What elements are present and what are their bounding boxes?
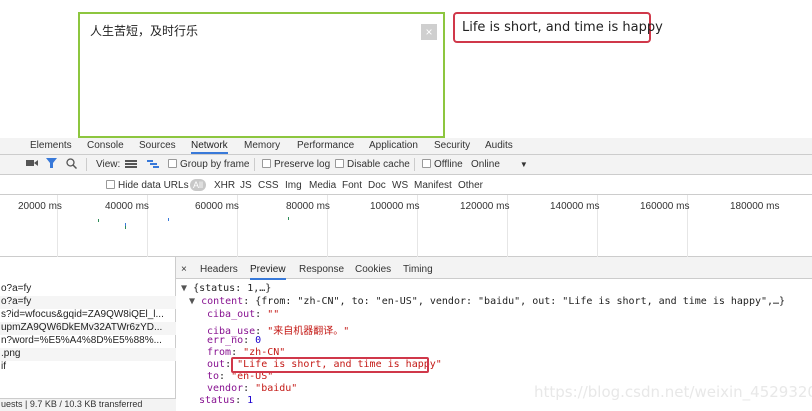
request-row[interactable]: .png <box>0 348 176 361</box>
out-highlight-box <box>231 357 429 373</box>
timeline-tick: 100000 ms <box>370 201 420 212</box>
close-icon[interactable]: × <box>181 264 187 275</box>
tab-preview[interactable]: Preview <box>250 264 286 280</box>
translation-result-box: Life is short, and time is happy <box>453 12 663 43</box>
timeline-tick: 160000 ms <box>640 201 690 212</box>
detail-tabbar: × Headers Preview Response Cookies Timin… <box>176 257 812 280</box>
tab-sources[interactable]: Sources <box>139 140 176 151</box>
preview-content-row[interactable]: ▼ content: {from: "zh-CN", to: "en-US", … <box>189 296 785 307</box>
timeline-tick: 120000 ms <box>460 201 510 212</box>
request-row[interactable]: o?a=fy <box>0 283 176 296</box>
clear-icon[interactable]: × <box>421 24 437 40</box>
devtools-tabbar: Elements Console Sources Network Memory … <box>0 138 812 155</box>
group-by-frame-checkbox[interactable]: Group by frame <box>168 159 249 170</box>
disable-cache-label: Disable cache <box>347 159 410 170</box>
toolbar-divider <box>414 158 415 171</box>
throttling-value: Online <box>471 159 500 170</box>
filter-media[interactable]: Media <box>309 180 336 191</box>
timeline-tick: 80000 ms <box>286 201 330 212</box>
timeline-request-mark <box>168 218 169 221</box>
tab-console[interactable]: Console <box>87 140 124 151</box>
tab-timing[interactable]: Timing <box>403 264 433 275</box>
timeline-tick: 140000 ms <box>550 201 600 212</box>
request-row[interactable]: o?a=fy <box>0 296 176 309</box>
filter-ws[interactable]: WS <box>392 180 408 191</box>
timeline-request-mark <box>125 226 126 229</box>
watermark: https://blog.csdn.net/weixin_45293202 <box>534 383 812 401</box>
timeline-tick: 40000 ms <box>105 201 149 212</box>
search-icon[interactable] <box>66 158 78 172</box>
preview-field-row: err_no: 0 <box>207 335 262 346</box>
tab-response[interactable]: Response <box>299 264 344 275</box>
toolbar-divider <box>254 158 255 171</box>
timeline-tick: 180000 ms <box>730 201 780 212</box>
filter-icon[interactable] <box>46 158 57 172</box>
filter-other[interactable]: Other <box>458 180 483 191</box>
filter-js[interactable]: JS <box>240 180 252 191</box>
offline-label: Offline <box>434 159 463 170</box>
request-row[interactable]: n?word=%E5%A4%8D%E5%88%... <box>0 335 176 348</box>
tab-performance[interactable]: Performance <box>297 140 354 151</box>
dropdown-arrow-icon: ▼ <box>519 160 528 169</box>
translation-result: Life is short, and time is happy <box>462 20 663 35</box>
source-text-area[interactable]: 人生苦短，及时行乐 × <box>78 12 445 138</box>
timeline-request-mark <box>98 219 99 222</box>
requests-summary: uests | 9.7 KB / 10.3 KB transferred <box>0 398 176 411</box>
preview-field-row: ciba_out: "" <box>207 309 280 320</box>
filter-img[interactable]: Img <box>285 180 302 191</box>
request-row[interactable]: upmZA9QW6DkEMv32ATWr6zYD... <box>0 322 176 335</box>
hide-data-urls-checkbox[interactable]: Hide data URLs <box>106 180 189 191</box>
filter-bar: Hide data URLs All XHR JS CSS Img Media … <box>0 175 812 195</box>
group-by-frame-label: Group by frame <box>180 159 250 170</box>
disable-cache-checkbox[interactable]: Disable cache <box>335 159 410 170</box>
tab-audits[interactable]: Audits <box>485 140 513 151</box>
network-toolbar: View: Group by frame Preserve log Disabl… <box>0 155 812 175</box>
request-row[interactable]: s?id=wfocus&gqid=ZA9QW8iQEl_l... <box>0 309 176 322</box>
request-list: o?a=fy o?a=fy s?id=wfocus&gqid=ZA9QW8iQE… <box>0 257 176 411</box>
timeline-request-mark <box>288 217 289 220</box>
tab-headers[interactable]: Headers <box>200 264 238 275</box>
network-timeline[interactable]: 20000 ms 40000 ms 60000 ms 80000 ms 1000… <box>0 195 812 257</box>
view-label: View: <box>96 159 121 170</box>
video-camera-icon[interactable] <box>26 158 38 171</box>
throttling-select[interactable]: Online ▼ <box>471 159 528 170</box>
filter-doc[interactable]: Doc <box>368 180 386 191</box>
tab-memory[interactable]: Memory <box>244 140 280 151</box>
tab-application[interactable]: Application <box>369 140 418 151</box>
large-rows-icon[interactable] <box>125 159 137 172</box>
tab-security[interactable]: Security <box>434 140 470 151</box>
preview-root-row[interactable]: ▼ {status: 1,…} <box>181 283 271 294</box>
tab-elements[interactable]: Elements <box>30 140 72 151</box>
timeline-tick: 60000 ms <box>195 201 239 212</box>
expand-triangle-icon: ▼ <box>181 283 188 294</box>
preview-field-row: vendor: "baidu" <box>207 383 298 394</box>
filter-all[interactable]: All <box>190 179 207 191</box>
preserve-log-checkbox[interactable]: Preserve log <box>262 159 330 170</box>
preserve-log-label: Preserve log <box>274 159 331 170</box>
tab-network[interactable]: Network <box>191 140 228 154</box>
timeline-tick: 20000 ms <box>18 201 62 212</box>
filter-font[interactable]: Font <box>342 180 362 191</box>
toolbar-divider <box>86 158 87 171</box>
waterfall-icon[interactable] <box>147 159 159 172</box>
filter-manifest[interactable]: Manifest <box>414 180 452 191</box>
source-text: 人生苦短，及时行乐 <box>90 24 199 38</box>
hide-data-urls-label: Hide data URLs <box>118 180 189 191</box>
filter-css[interactable]: CSS <box>258 180 279 191</box>
tab-cookies[interactable]: Cookies <box>355 264 391 275</box>
preview-field-row: status: 1 <box>199 395 254 406</box>
offline-checkbox[interactable]: Offline <box>422 159 463 170</box>
filter-xhr[interactable]: XHR <box>214 180 235 191</box>
expand-triangle-icon: ▼ <box>189 296 196 307</box>
request-row[interactable]: if <box>0 361 176 374</box>
